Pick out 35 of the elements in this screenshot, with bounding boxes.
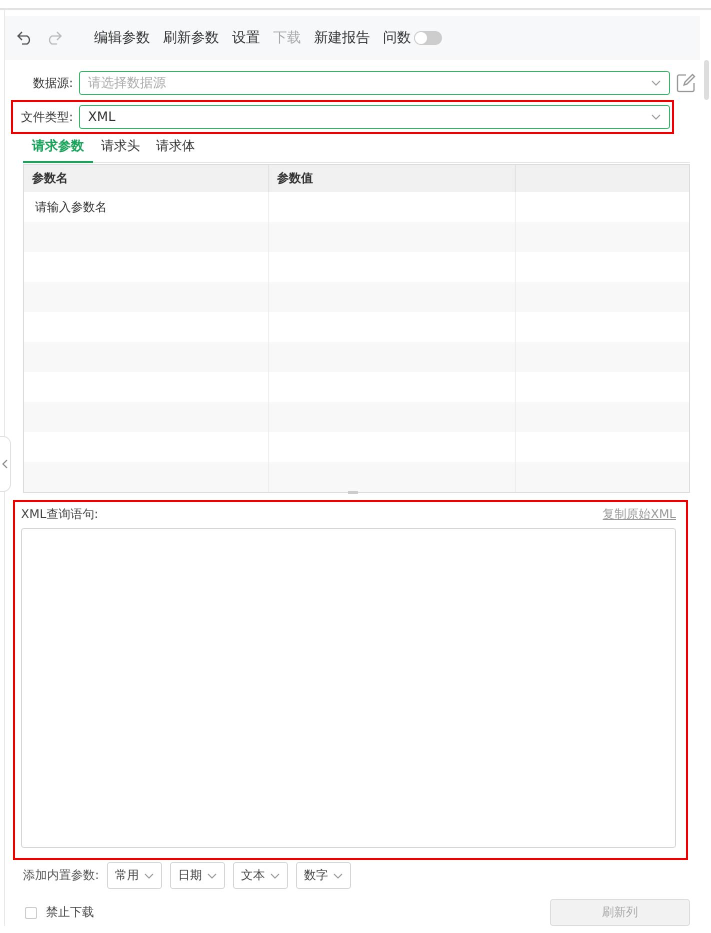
toggle-label: 问数 (383, 29, 411, 47)
toolbar-button[interactable]: 刷新参数 (163, 29, 219, 47)
checkbox-label: 禁止下载 (46, 904, 94, 921)
checkbox[interactable] (25, 906, 37, 918)
chevron-down-icon (144, 872, 154, 878)
dropdown-button[interactable]: 文本 (233, 862, 288, 889)
chevron-down-icon (651, 114, 661, 120)
tab[interactable]: 请求体 (148, 133, 203, 163)
file-type-select[interactable]: XML (79, 105, 670, 129)
field-label: 数据源: (32, 74, 73, 92)
query-label: XML查询语句: (21, 506, 98, 523)
collapse-handle[interactable] (0, 436, 11, 492)
dropdown-button[interactable]: 常用 (107, 862, 162, 889)
builtin-params-label: 添加内置参数: (23, 867, 100, 884)
undo-icon[interactable] (17, 31, 33, 45)
redo-icon[interactable] (46, 31, 62, 45)
column-header: 参数名 (24, 165, 269, 192)
chevron-down-icon (651, 80, 661, 86)
resize-grip[interactable] (348, 491, 358, 494)
edit-icon[interactable] (676, 73, 696, 93)
chevron-down-icon (270, 872, 280, 878)
tab[interactable]: 请求头 (93, 133, 148, 163)
dropdown-button[interactable]: 数字 (296, 862, 352, 889)
field-label: 文件类型: (20, 108, 73, 126)
toolbar-button[interactable]: 设置 (232, 29, 260, 47)
toggle-switch[interactable] (414, 31, 442, 45)
chevron-left-icon (2, 459, 8, 469)
scrollbar[interactable] (704, 60, 709, 100)
chevron-down-icon (333, 872, 344, 878)
param-name-input[interactable]: 请输入参数名 (32, 200, 268, 214)
dropdown-button[interactable]: 日期 (170, 862, 226, 889)
toolbar-button[interactable]: 新建报告 (314, 29, 370, 47)
column-header: 参数值 (269, 165, 516, 192)
chevron-down-icon (207, 872, 218, 878)
toolbar-button[interactable]: 编辑参数 (94, 29, 150, 47)
